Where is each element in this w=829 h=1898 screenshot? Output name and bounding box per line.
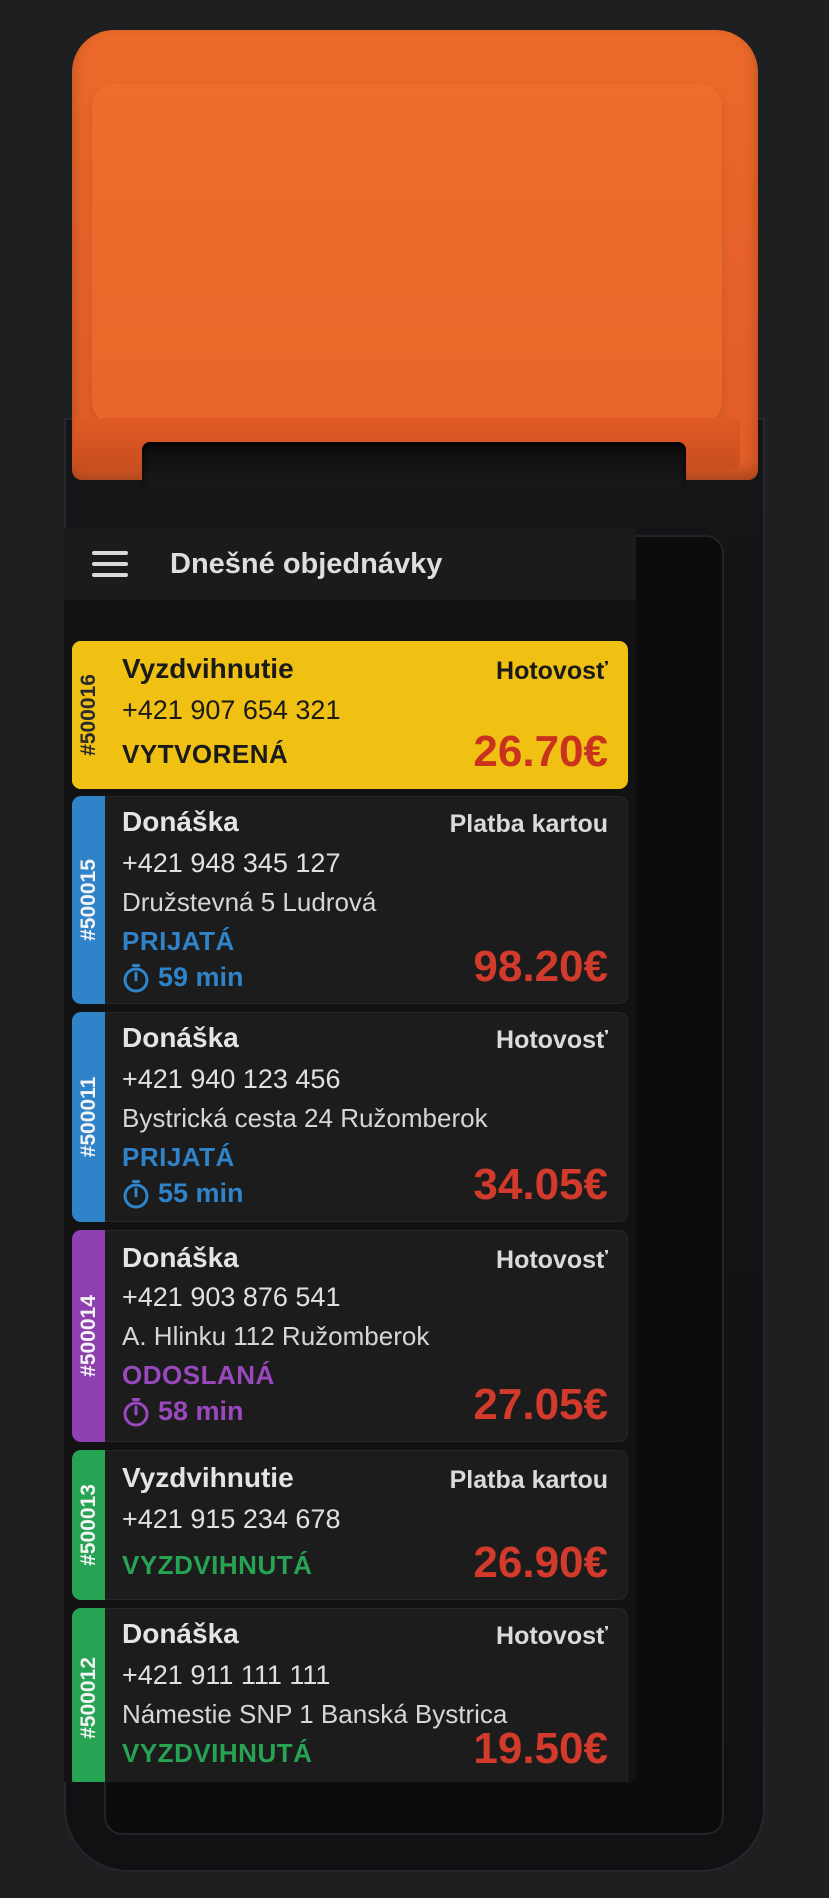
order-type: Donáška [122,806,239,837]
order-type: Vyzdvihnutie [122,653,294,684]
delivery-address: A. Hlinku 112 Ružomberok [122,1321,430,1351]
order-status: PRIJATÁ [122,1142,235,1172]
order-type: Donáška [122,1242,239,1273]
order-card[interactable]: #500013 Vyzdvihnutie Platba kartou +421 … [72,1450,628,1600]
stopwatch-icon [123,1179,149,1208]
timer-value: 59 min [158,962,244,992]
customer-phone: +421 903 876 541 [122,1282,341,1312]
order-id-stripe: #500016 [72,641,105,789]
order-card[interactable]: #500011 Donáška Hotovosť +421 940 123 45… [72,1012,628,1222]
order-price: 34.05€ [473,1160,608,1209]
timer-value: 58 min [158,1396,244,1426]
order-price: 27.05€ [473,1380,608,1429]
delivery-address: Družstevná 5 Ludrová [122,887,377,917]
stopwatch-icon [123,963,149,992]
order-id-stripe: #500012 [72,1608,105,1782]
delivery-address: Námestie SNP 1 Banská Bystrica [122,1699,508,1729]
order-number: #500016 [76,674,100,756]
order-card[interactable]: #500016 Vyzdvihnutie Hotovosť +421 907 6… [72,641,628,789]
order-number: #500014 [76,1295,100,1377]
delivery-timer: 58 min [122,1396,244,1427]
order-number: #500011 [76,1076,100,1158]
order-price: 98.20€ [473,942,608,991]
order-type: Donáška [122,1022,239,1053]
app-bar: Dnešné objednávky [64,528,636,600]
stopwatch-icon [123,1397,149,1426]
order-type: Vyzdvihnutie [122,1462,294,1493]
customer-phone: +421 915 234 678 [122,1504,341,1534]
order-status: VYZDVIHNUTÁ [122,1550,313,1580]
printer-cover-panel [92,84,722,424]
order-card[interactable]: #500015 Donáška Platba kartou +421 948 3… [72,796,628,1004]
order-id-stripe: #500015 [72,796,105,1004]
payment-method: Platba kartou [449,810,608,838]
order-id-stripe: #500014 [72,1230,105,1442]
order-id-stripe: #500011 [72,1012,105,1222]
order-price: 19.50€ [473,1724,608,1773]
order-number: #500015 [76,859,100,941]
order-status: ODOSLANÁ [122,1360,275,1390]
receipt-paper-slot [142,442,686,488]
app-screen: Dnešné objednávky #500016 Vyzdvihnutie H… [64,528,636,1782]
order-number: #500013 [76,1484,100,1566]
payment-method: Platba kartou [449,1466,608,1494]
order-status: PRIJATÁ [122,926,235,956]
order-type: Donáška [122,1618,239,1649]
delivery-timer: 59 min [122,962,244,993]
payment-method: Hotovosť [496,1246,608,1274]
delivery-timer: 55 min [122,1178,244,1209]
delivery-address: Bystrická cesta 24 Ružomberok [122,1103,488,1133]
order-price: 26.70€ [473,727,608,776]
customer-phone: +421 948 345 127 [122,848,341,878]
order-card[interactable]: #500014 Donáška Hotovosť +421 903 876 54… [72,1230,628,1442]
order-status: VYTVORENÁ [122,739,289,769]
menu-icon[interactable] [92,551,128,577]
customer-phone: +421 940 123 456 [122,1064,341,1094]
customer-phone: +421 907 654 321 [122,695,341,725]
order-number: #500012 [76,1657,100,1739]
order-id-stripe: #500013 [72,1450,105,1600]
timer-value: 55 min [158,1178,244,1208]
page-title: Dnešné objednávky [170,547,443,580]
payment-method: Hotovosť [496,657,608,685]
order-card[interactable]: #500012 Donáška Hotovosť +421 911 111 11… [72,1608,628,1782]
customer-phone: +421 911 111 111 [122,1660,331,1690]
order-status: VYZDVIHNUTÁ [122,1738,313,1768]
payment-method: Hotovosť [496,1026,608,1054]
payment-method: Hotovosť [496,1622,608,1650]
order-price: 26.90€ [473,1538,608,1587]
